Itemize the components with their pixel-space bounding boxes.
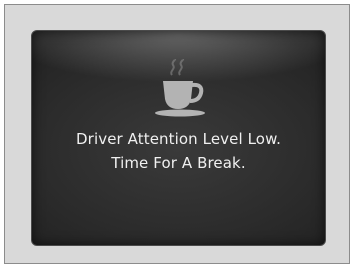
display-frame: Driver Attention Level Low. Time For A B… <box>4 4 350 264</box>
warning-message-line-2: Time For A Break. <box>111 154 246 172</box>
warning-message: Driver Attention Level Low. Time For A B… <box>32 127 325 175</box>
warning-message-line-1: Driver Attention Level Low. <box>76 130 281 148</box>
coffee-cup-icon <box>149 58 215 119</box>
instrument-display: Driver Attention Level Low. Time For A B… <box>31 30 326 246</box>
